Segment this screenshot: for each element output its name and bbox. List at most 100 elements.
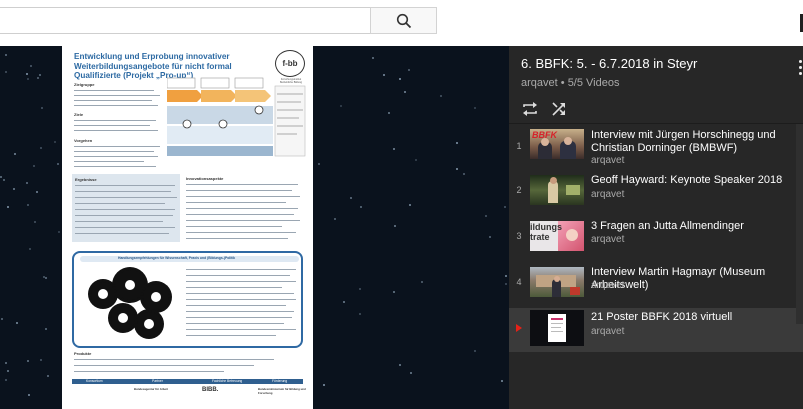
playlist-item[interactable]: 3 ildungs trate 3 Fragen an Jutta Allmen… (509, 218, 803, 264)
playlist-item[interactable]: 4 Interview Martin Hagmayr (Museum Arbei… (509, 264, 803, 310)
loop-icon[interactable] (521, 100, 539, 118)
star (0, 318, 3, 321)
shuffle-icon[interactable] (550, 100, 568, 118)
playlist-separator: • (560, 77, 568, 89)
star (349, 196, 352, 199)
star (3, 178, 6, 181)
video-player[interactable]: Entwicklung und Erprobung innovativer We… (0, 46, 509, 409)
star (505, 274, 508, 277)
playlist-item-channel: arqavet (591, 189, 625, 200)
playlist-item-channel: arqavet (591, 326, 625, 337)
playlist-item-thumbnail[interactable] (530, 310, 584, 346)
star (382, 73, 385, 76)
star (7, 205, 10, 208)
star (415, 159, 418, 162)
playlist-channel[interactable]: arqavet (521, 77, 558, 89)
star (57, 162, 60, 165)
playlist-divider (509, 123, 803, 124)
star (342, 300, 345, 303)
star (409, 372, 412, 375)
topbar-right-edge (770, 0, 803, 46)
poster-heading-produkte: Produkte (74, 351, 92, 356)
playlist-item-title[interactable]: 21 Poster BBFK 2018 virtuell (591, 311, 801, 324)
poster-logo: f-bb (275, 50, 305, 77)
star (358, 313, 361, 316)
star (53, 141, 56, 144)
poster-heading-ziele: Ziele (74, 112, 84, 117)
star (45, 327, 48, 330)
star (392, 148, 395, 151)
playlist-subtitle: arqavet • 5/5 Videos (521, 77, 619, 89)
playlist-item-index: 4 (516, 277, 522, 287)
now-playing-icon (516, 324, 522, 332)
poster-heading-innovation: Innovationsaspekte (186, 176, 224, 181)
star (388, 112, 391, 115)
star (37, 77, 40, 80)
playlist-item-title[interactable]: Geoff Hayward: Keynote Speaker 2018 (591, 174, 801, 187)
star (26, 73, 29, 76)
playlist-title[interactable]: 6. BBFK: 5. - 6.7.2018 in Steyr (521, 56, 697, 71)
playlist-item-channel: arqavet (591, 155, 625, 166)
search-input[interactable] (0, 7, 370, 34)
star (36, 190, 39, 193)
playlist-item-title[interactable]: Interview mit Jürgen Horschinegg und Chr… (591, 129, 801, 155)
star (371, 56, 374, 59)
poster-heading-ergebnisse: Ergebnisse (75, 177, 97, 182)
star (26, 181, 29, 184)
star (399, 363, 402, 366)
star (29, 247, 32, 250)
playlist-panel: 6. BBFK: 5. - 6.7.2018 in Steyr arqavet … (509, 46, 803, 409)
playlist-item-active[interactable]: 21 Poster BBFK 2018 virtuell arqavet (509, 308, 803, 352)
star (505, 283, 508, 286)
star (420, 280, 423, 283)
search-button[interactable] (370, 7, 437, 34)
star (57, 231, 60, 234)
star (0, 175, 3, 178)
playlist-item-index: 3 (516, 231, 522, 241)
star (13, 152, 16, 155)
star (484, 215, 487, 218)
playlist-item-index: 1 (516, 141, 522, 151)
star (29, 64, 32, 67)
footer-logo-bmbf: Bundesministerium für Bildung und Forsch… (258, 387, 306, 395)
star (474, 349, 477, 352)
more-vert-icon[interactable] (795, 60, 803, 76)
star (339, 105, 342, 108)
playlist-item-index: 2 (516, 185, 522, 195)
star (500, 379, 503, 382)
playlist-item[interactable]: 1 BBFK Interview mit Jürgen Horschinegg … (509, 126, 803, 172)
star (33, 221, 36, 224)
star (317, 162, 320, 165)
star (398, 78, 401, 81)
top-bar (0, 0, 803, 46)
star (16, 321, 19, 324)
playlist-item-thumbnail[interactable]: BBFK (530, 129, 584, 159)
star (360, 205, 363, 208)
star (40, 147, 43, 150)
footer-logo-bibb: BIBB. (202, 387, 219, 393)
star (334, 218, 337, 221)
thumb-text-bildungsstrate: ildungs trate (530, 222, 562, 242)
footer-label-konsortium: Konsortium (86, 379, 103, 383)
star (27, 78, 30, 81)
playlist-item[interactable]: 2 Geoff Hayward: Keynote Speaker 2018 ar… (509, 172, 803, 218)
search-icon (396, 13, 411, 28)
star (404, 91, 406, 94)
poster-footer-band: Konsortium Partner Fachliche Betreuung F… (72, 379, 303, 384)
star (12, 187, 15, 190)
star (40, 106, 43, 109)
playlist-item-channel: arqavet (591, 234, 625, 245)
playlist-item-title[interactable]: 3 Fragen an Jutta Allmendinger (591, 220, 801, 233)
playlist-item-thumbnail[interactable]: ildungs trate (530, 221, 584, 251)
playlist-scrollbar[interactable] (796, 124, 803, 324)
star (456, 167, 459, 170)
playlist-item-thumbnail[interactable] (530, 267, 584, 297)
star (407, 69, 410, 72)
playlist-item-thumbnail[interactable] (530, 175, 584, 205)
star (456, 142, 459, 145)
poster-heading-recommendations: Handlungsempfehlungen für Wissenschaft, … (118, 256, 236, 260)
footer-logo-ba: Bundesagentur für Arbeit (134, 387, 168, 391)
star (409, 203, 412, 206)
star (462, 172, 465, 175)
footer-label-partner: Partner (152, 379, 163, 383)
